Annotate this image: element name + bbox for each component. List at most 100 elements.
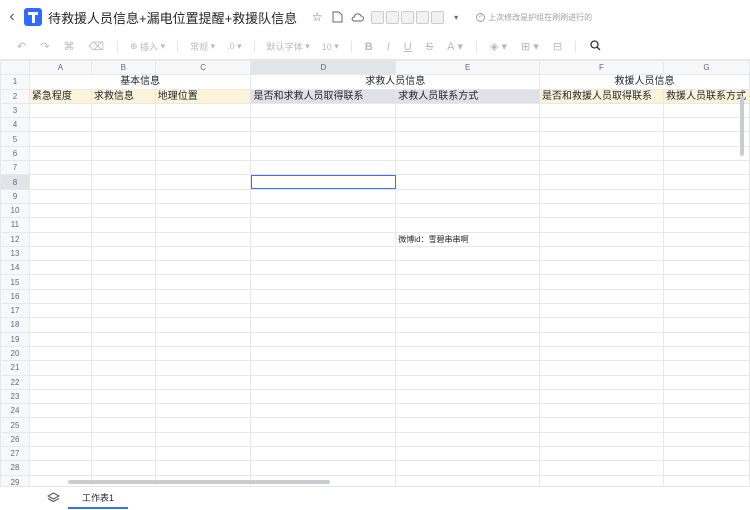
cell[interactable]	[395, 331, 540, 347]
horizontal-scrollbar[interactable]	[68, 480, 330, 484]
cell[interactable]	[662, 345, 750, 362]
cell[interactable]	[154, 102, 252, 119]
cell[interactable]	[154, 202, 252, 219]
cell[interactable]	[28, 202, 92, 219]
cell[interactable]	[662, 102, 750, 119]
cell[interactable]	[250, 374, 397, 390]
row-header[interactable]: 5	[0, 131, 30, 147]
cell[interactable]	[395, 274, 540, 290]
cell[interactable]	[539, 174, 664, 190]
header-seeker-contact[interactable]: 求救人员联系方式	[395, 88, 540, 104]
cell[interactable]	[250, 388, 397, 405]
cell[interactable]	[250, 460, 397, 476]
cell[interactable]	[395, 303, 540, 319]
row-header[interactable]: 9	[0, 188, 30, 204]
cell[interactable]	[395, 360, 540, 376]
column-header-f[interactable]: F	[539, 60, 664, 76]
cell[interactable]	[395, 417, 540, 433]
cell[interactable]	[539, 145, 664, 162]
cell[interactable]	[28, 145, 92, 162]
column-header-d[interactable]: D	[250, 60, 397, 76]
cell[interactable]	[90, 202, 156, 219]
cell[interactable]	[28, 388, 92, 405]
header-rescuer-contact[interactable]: 救援人员联系方式	[662, 88, 750, 104]
cell[interactable]	[662, 260, 750, 276]
cell[interactable]	[250, 417, 397, 433]
header-contacted-rescuer[interactable]: 是否和救援人员取得联系	[539, 88, 664, 104]
cell[interactable]	[539, 317, 664, 333]
cell[interactable]	[539, 217, 664, 233]
cell[interactable]	[90, 460, 156, 476]
cell[interactable]	[662, 417, 750, 433]
cell[interactable]	[250, 288, 397, 305]
row-header[interactable]: 24	[0, 403, 30, 419]
cell[interactable]	[154, 331, 252, 347]
chevron-down-icon[interactable]: ▾	[449, 10, 463, 24]
back-icon[interactable]: ‹	[2, 8, 22, 26]
cell[interactable]	[250, 145, 397, 162]
column-header-g[interactable]: G	[662, 60, 750, 76]
cell[interactable]	[90, 388, 156, 405]
cell[interactable]	[662, 131, 750, 147]
cell[interactable]	[28, 446, 92, 462]
row-header[interactable]: 3	[0, 102, 30, 119]
cell[interactable]	[154, 288, 252, 305]
cell[interactable]	[539, 131, 664, 147]
cell[interactable]	[90, 188, 156, 204]
cell-e12[interactable]: 微博id：雪碧串串啊	[395, 231, 540, 247]
row-header[interactable]: 11	[0, 217, 30, 233]
cell[interactable]	[28, 160, 92, 176]
cell[interactable]	[154, 431, 252, 448]
select-all-corner[interactable]	[0, 60, 30, 76]
avatar[interactable]	[386, 10, 400, 24]
row-header[interactable]: 27	[0, 446, 30, 462]
cell[interactable]	[539, 288, 664, 305]
row-header[interactable]: 25	[0, 417, 30, 433]
cell[interactable]	[90, 417, 156, 433]
text-color-button[interactable]: A ▾	[447, 40, 463, 53]
cell[interactable]	[28, 217, 92, 233]
cell[interactable]	[539, 202, 664, 219]
cell[interactable]	[395, 474, 540, 486]
cell[interactable]	[90, 331, 156, 347]
cell[interactable]	[90, 102, 156, 119]
strikethrough-button[interactable]: S	[426, 41, 433, 53]
cell[interactable]	[395, 345, 540, 362]
cell[interactable]	[662, 374, 750, 390]
cell[interactable]	[395, 202, 540, 219]
cell[interactable]	[662, 174, 750, 190]
font-size-dropdown[interactable]: 10 ▾	[322, 41, 339, 52]
vertical-scrollbar[interactable]	[740, 96, 744, 156]
cell[interactable]	[662, 231, 750, 247]
cell[interactable]	[539, 274, 664, 290]
cell[interactable]	[154, 117, 252, 133]
cell[interactable]	[154, 460, 252, 476]
cell[interactable]	[90, 160, 156, 176]
cell[interactable]	[154, 360, 252, 376]
cell[interactable]	[395, 288, 540, 305]
cell[interactable]	[250, 446, 397, 462]
cell[interactable]	[539, 245, 664, 262]
border-icon[interactable]: ⊞ ▾	[521, 40, 539, 53]
bold-button[interactable]: B	[365, 41, 373, 53]
cell[interactable]	[28, 374, 92, 390]
cell[interactable]	[90, 431, 156, 448]
cell[interactable]	[662, 474, 750, 486]
number-format-dropdown[interactable]: 常规 ▾	[190, 40, 215, 53]
cell[interactable]	[539, 446, 664, 462]
cell[interactable]	[250, 117, 397, 133]
cell[interactable]	[250, 231, 397, 247]
row-header[interactable]: 13	[0, 245, 30, 262]
cell[interactable]	[250, 202, 397, 219]
cell[interactable]	[395, 174, 540, 190]
layers-icon[interactable]	[38, 492, 68, 506]
cell[interactable]	[90, 260, 156, 276]
cell[interactable]	[395, 245, 540, 262]
italic-button[interactable]: I	[387, 41, 390, 53]
cell[interactable]	[539, 431, 664, 448]
spreadsheet-grid[interactable]: A B C D E F G 1 基本信息 求救人员信息 救援人员信息 2 紧急程…	[0, 60, 750, 486]
sheet-table[interactable]: A B C D E F G 1 基本信息 求救人员信息 救援人员信息 2 紧急程…	[0, 60, 750, 486]
cell[interactable]	[154, 388, 252, 405]
cell[interactable]	[154, 260, 252, 276]
column-header-e[interactable]: E	[395, 60, 540, 76]
